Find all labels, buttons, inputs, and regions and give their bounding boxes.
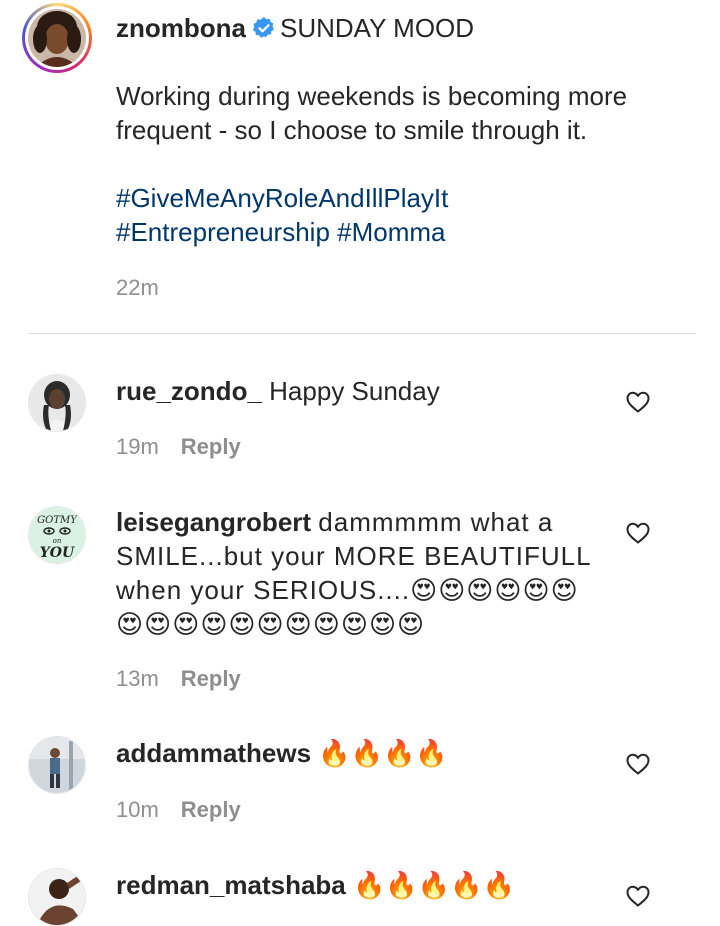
like-heart-icon[interactable]: [626, 885, 650, 907]
hashtag-link[interactable]: #GiveMeAnyRoleAndIllPlayIt: [116, 183, 448, 213]
post-timestamp: 22m: [116, 275, 159, 300]
divider: [28, 333, 696, 334]
reply-button[interactable]: Reply: [181, 434, 241, 459]
comment-body: rue_zondo_ Happy Sunday: [116, 374, 586, 408]
comment-timestamp: 13m: [116, 666, 159, 691]
story-ring[interactable]: [22, 3, 92, 73]
comment-text: 🔥🔥🔥🔥: [318, 738, 448, 768]
comment-body: addammathews 🔥🔥🔥🔥: [116, 736, 586, 770]
commenter-username[interactable]: leisegangrobert: [116, 507, 311, 537]
like-heart-icon[interactable]: [626, 391, 650, 413]
comment-timestamp: 19m: [116, 434, 159, 459]
commenter-username[interactable]: rue_zondo_: [116, 376, 262, 406]
comment-meta: 10m Reply: [116, 797, 241, 823]
verified-badge-icon: [252, 15, 276, 47]
avatar-badge-text: on: [53, 537, 62, 545]
post-title: SUNDAY MOOD: [280, 13, 475, 43]
author-username[interactable]: znombona: [116, 13, 246, 43]
like-heart-icon[interactable]: [626, 522, 650, 544]
comment-text: Happy Sunday: [269, 376, 440, 406]
commenter-avatar[interactable]: [28, 736, 86, 794]
comment-meta: 13m Reply: [116, 666, 241, 692]
like-heart-icon[interactable]: [626, 753, 650, 775]
hashtag-link[interactable]: #Momma: [337, 217, 445, 247]
comment-meta: 19m Reply: [116, 434, 241, 460]
reply-button[interactable]: Reply: [181, 666, 241, 691]
comment-body: redman_matshaba 🔥🔥🔥🔥🔥: [116, 868, 586, 902]
comment-body: leisegangrobert dammmmm what a SMILE...b…: [116, 505, 596, 641]
caption-header: znombona SUNDAY MOOD: [116, 12, 474, 47]
hashtag-list: #GiveMeAnyRoleAndIllPlayIt #Entrepreneur…: [116, 181, 676, 249]
avatar-badge-text: GOTMY: [37, 515, 78, 526]
commenter-avatar[interactable]: GOTMY on YOU: [28, 506, 86, 564]
comment-text: 🔥🔥🔥🔥🔥: [353, 870, 515, 900]
comment-timestamp: 10m: [116, 797, 159, 822]
reply-button[interactable]: Reply: [181, 797, 241, 822]
avatar-badge-text: YOU: [40, 545, 75, 561]
commenter-username[interactable]: redman_matshaba: [116, 870, 346, 900]
commenter-avatar[interactable]: [28, 868, 86, 926]
author-avatar[interactable]: [28, 9, 86, 67]
hashtag-link[interactable]: #Entrepreneurship: [116, 217, 330, 247]
commenter-avatar[interactable]: [28, 374, 86, 432]
caption-text: Working during weekends is becoming more…: [116, 81, 628, 145]
commenter-username[interactable]: addammathews: [116, 738, 311, 768]
